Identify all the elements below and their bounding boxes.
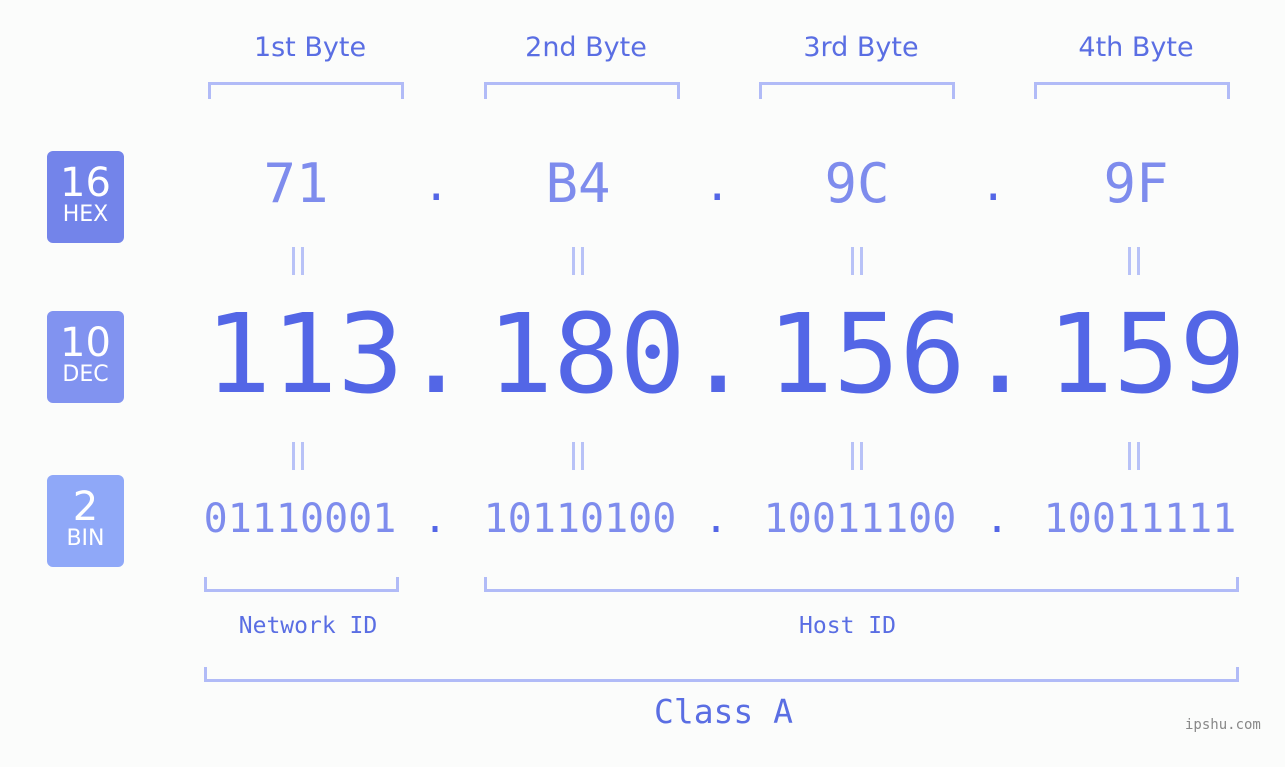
hex-separator-2: .	[704, 160, 731, 211]
hex-badge: 16 HEX	[47, 151, 124, 243]
class-label: Class A	[653, 692, 794, 731]
hex-byte-2: B4	[545, 152, 611, 215]
equals-mark	[292, 247, 304, 275]
dec-separator-2: .	[685, 290, 752, 418]
host-id-label: Host ID	[799, 613, 896, 639]
network-id-bracket	[204, 577, 399, 592]
bin-byte-2: 10110100	[483, 496, 677, 542]
byte-bracket-3	[759, 82, 955, 99]
hex-separator-3: .	[980, 160, 1007, 211]
bin-badge: 2 BIN	[47, 475, 124, 567]
network-id-label: Network ID	[238, 613, 378, 639]
equals-mark	[292, 442, 304, 470]
hex-byte-4: 9F	[1103, 152, 1169, 215]
hex-byte-3: 9C	[824, 152, 890, 215]
byte-bracket-4	[1034, 82, 1230, 99]
byte-bracket-1	[208, 82, 404, 99]
byte-bracket-2	[484, 82, 680, 99]
equals-mark	[1128, 247, 1140, 275]
dec-byte-2: 180	[487, 290, 686, 418]
hex-separator-1: .	[423, 160, 450, 211]
dec-byte-4: 159	[1047, 290, 1246, 418]
byte-header-1: 1st Byte	[253, 32, 367, 63]
equals-mark	[851, 442, 863, 470]
dec-byte-1: 113	[205, 290, 404, 418]
hex-byte-1: 71	[263, 152, 329, 215]
dec-badge-number: 10	[60, 320, 111, 366]
bin-badge-number: 2	[72, 484, 99, 530]
hex-badge-label: HEX	[62, 202, 109, 227]
byte-header-4: 4th Byte	[1078, 32, 1194, 63]
bin-separator-2: .	[704, 496, 729, 542]
hex-badge-number: 16	[60, 160, 111, 206]
equals-mark	[572, 247, 584, 275]
dec-separator-1: .	[403, 290, 470, 418]
dec-badge: 10 DEC	[47, 311, 124, 403]
class-bracket	[204, 667, 1239, 682]
bin-byte-3: 10011100	[763, 496, 957, 542]
bin-byte-1: 01110001	[203, 496, 397, 542]
bin-badge-label: BIN	[66, 526, 105, 551]
bin-separator-1: .	[423, 496, 448, 542]
equals-mark	[1128, 442, 1140, 470]
bin-byte-4: 10011111	[1043, 496, 1237, 542]
dec-badge-label: DEC	[62, 362, 109, 387]
byte-header-2: 2nd Byte	[525, 32, 647, 63]
bin-separator-3: .	[985, 496, 1010, 542]
dec-separator-3: .	[967, 290, 1034, 418]
equals-mark	[851, 247, 863, 275]
byte-header-3: 3rd Byte	[803, 32, 919, 63]
site-watermark: ipshu.com	[1185, 717, 1261, 733]
equals-mark	[572, 442, 584, 470]
host-id-bracket	[484, 577, 1239, 592]
dec-byte-3: 156	[767, 290, 966, 418]
